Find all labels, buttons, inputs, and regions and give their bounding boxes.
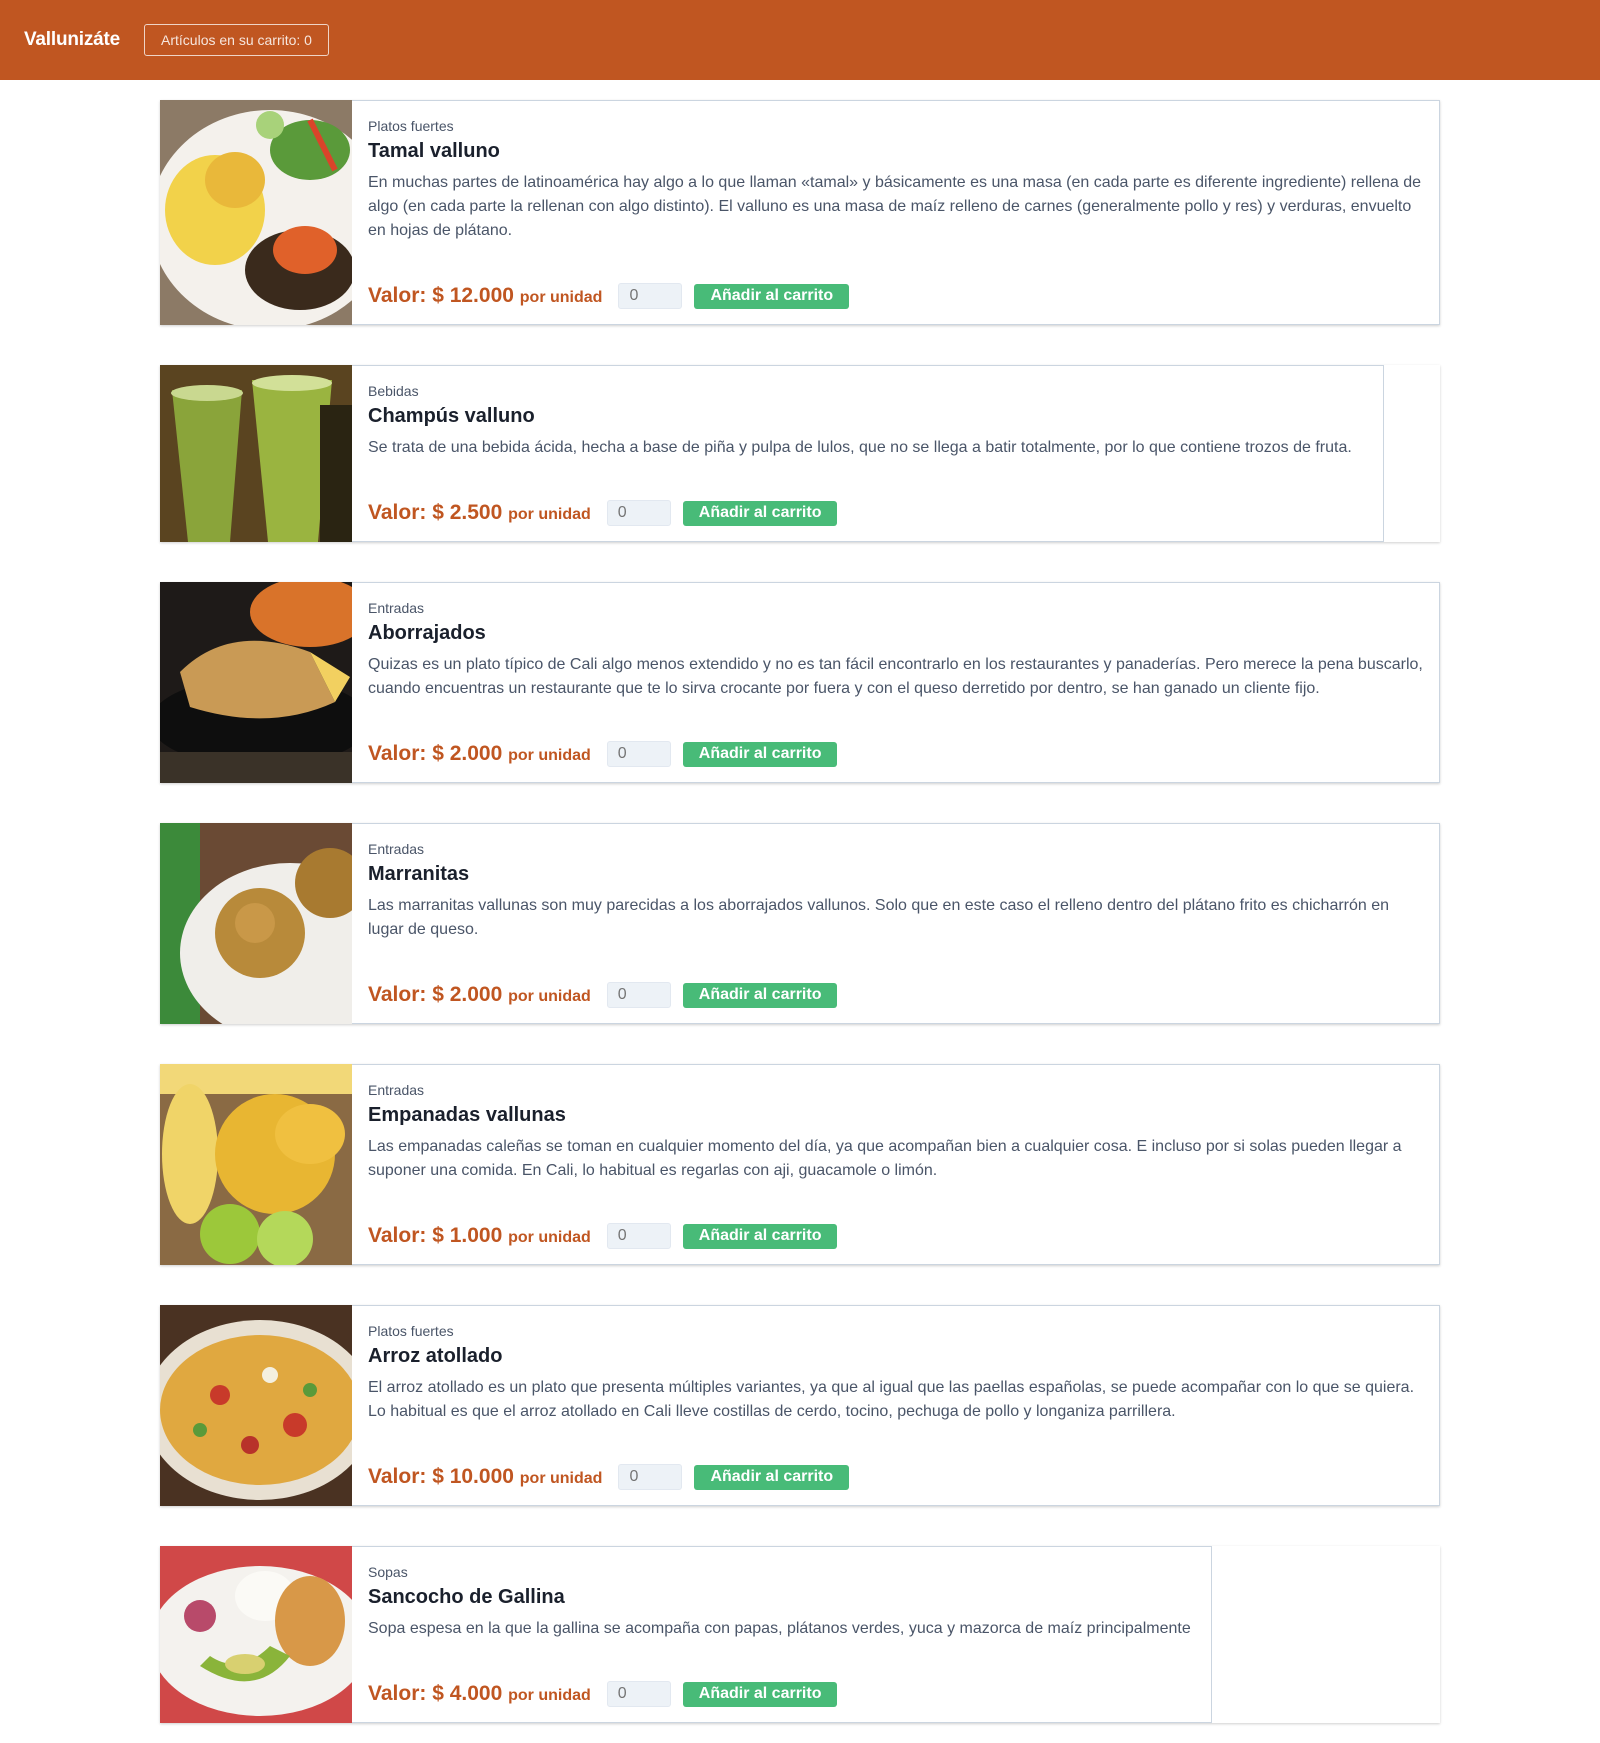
price-value: Valor: $ 1.000: [368, 1224, 503, 1247]
price-unit: por unidad: [519, 289, 603, 306]
product-description: Las empanadas caleñas se toman en cualqu…: [368, 1138, 1402, 1179]
product-card-arroz-atollado: Platos fuertes Arroz atollado El arroz a…: [160, 1305, 1440, 1506]
add-to-cart-button[interactable]: Añadir al carrito: [682, 1681, 838, 1707]
product-card-marranitas: Entradas Marranitas Las marranitas vallu…: [160, 823, 1440, 1024]
brand-logo[interactable]: Vallunizáte: [24, 29, 120, 51]
product-title: Sancocho de Gallina: [368, 1586, 565, 1608]
product-image-aborrajados: [160, 582, 352, 783]
quantity-input[interactable]: [606, 741, 671, 767]
quantity-input[interactable]: [606, 1681, 671, 1707]
price-value: Valor: $ 10.000: [368, 1465, 514, 1488]
product-price: Valor: $ 2.000 por unidad: [368, 742, 591, 766]
price-unit: por unidad: [508, 506, 591, 523]
product-category: Platos fuertes: [368, 1323, 454, 1339]
product-image-tamal: [160, 100, 352, 325]
add-to-cart-button[interactable]: Añadir al carrito: [682, 1223, 838, 1249]
buy-row: Valor: $ 4.000 por unidad Añadir al carr…: [368, 1681, 838, 1707]
price-unit: por unidad: [508, 747, 591, 764]
product-list: Platos fuertes Tamal valluno En muchas p…: [0, 80, 1600, 1723]
price-value: Valor: $ 12.000: [368, 284, 514, 307]
tamal-photo: [160, 100, 352, 325]
product-card-tamal: Platos fuertes Tamal valluno En muchas p…: [160, 100, 1440, 325]
buy-row: Valor: $ 2.000 por unidad Añadir al carr…: [368, 741, 838, 767]
product-image-empanadas: [160, 1064, 352, 1265]
product-card-champus: Bebidas Champús valluno Se trata de una …: [160, 365, 1440, 542]
product-card-aborrajados: Entradas Aborrajados Quizas es un plato …: [160, 582, 1440, 783]
aborrajados-photo: [160, 582, 352, 783]
product-description: Las marranitas vallunas son muy parecida…: [368, 897, 1390, 938]
product-title: Marranitas: [368, 863, 470, 885]
product-body: Platos fuertes Tamal valluno En muchas p…: [352, 100, 1440, 325]
product-category: Platos fuertes: [368, 118, 454, 134]
add-to-cart-button[interactable]: Añadir al carrito: [682, 741, 838, 767]
price-value: Valor: $ 2.000: [368, 983, 503, 1006]
product-price: Valor: $ 2.000 por unidad: [368, 983, 591, 1007]
product-category: Bebidas: [368, 383, 419, 399]
add-to-cart-button[interactable]: Añadir al carrito: [682, 982, 838, 1008]
product-description: Se trata de una bebida ácida, hecha a ba…: [368, 439, 1352, 456]
empanadas-photo: [160, 1064, 352, 1265]
buy-row: Valor: $ 1.000 por unidad Añadir al carr…: [368, 1223, 838, 1249]
product-body: Sopas Sancocho de Gallina Sopa espesa en…: [352, 1546, 1440, 1723]
quantity-input[interactable]: [618, 283, 683, 309]
product-title: Empanadas vallunas: [368, 1104, 566, 1126]
product-price: Valor: $ 12.000 por unidad: [368, 284, 602, 308]
product-price: Valor: $ 4.000 por unidad: [368, 1682, 591, 1706]
product-price: Valor: $ 1.000 por unidad: [368, 1224, 591, 1248]
product-card-empanadas: Entradas Empanadas vallunas Las empanada…: [160, 1064, 1440, 1265]
price-value: Valor: $ 4.000: [368, 1682, 503, 1705]
product-price: Valor: $ 2.500 por unidad: [368, 501, 591, 525]
price-unit: por unidad: [519, 1470, 603, 1487]
product-description: Quizas es un plato típico de Cali algo m…: [368, 656, 1423, 697]
product-image-marranitas: [160, 823, 352, 1024]
price-unit: por unidad: [508, 1687, 591, 1704]
cart-count-button[interactable]: Artículos en su carrito: 0: [144, 24, 329, 56]
buy-row: Valor: $ 10.000 por unidad Añadir al car…: [368, 1464, 850, 1490]
product-body: Platos fuertes Arroz atollado El arroz a…: [352, 1305, 1440, 1506]
product-title: Tamal valluno: [368, 140, 500, 162]
quantity-input[interactable]: [606, 982, 671, 1008]
product-body: Entradas Marranitas Las marranitas vallu…: [352, 823, 1440, 1024]
marranitas-photo: [160, 823, 352, 1024]
product-description: El arroz atollado es un plato que presen…: [368, 1379, 1415, 1420]
add-to-cart-button[interactable]: Añadir al carrito: [694, 1464, 850, 1490]
top-navbar: Vallunizáte Artículos en su carrito: 0: [0, 0, 1600, 80]
arroz-atollado-photo: [160, 1305, 352, 1506]
product-title: Arroz atollado: [368, 1345, 503, 1367]
buy-row: Valor: $ 2.000 por unidad Añadir al carr…: [368, 982, 838, 1008]
product-category: Entradas: [368, 841, 425, 857]
product-category: Sopas: [368, 1564, 408, 1580]
add-to-cart-button[interactable]: Añadir al carrito: [694, 283, 850, 309]
product-image-arroz-atollado: [160, 1305, 352, 1506]
product-body: Entradas Empanadas vallunas Las empanada…: [352, 1064, 1440, 1265]
add-to-cart-button[interactable]: Añadir al carrito: [682, 500, 838, 526]
product-card-sancocho: Sopas Sancocho de Gallina Sopa espesa en…: [160, 1546, 1440, 1723]
sancocho-photo: [160, 1546, 352, 1723]
product-image-champus: [160, 365, 352, 542]
product-image-sancocho: [160, 1546, 352, 1723]
product-title: Aborrajados: [368, 622, 486, 644]
product-description: En muchas partes de latinoamérica hay al…: [368, 174, 1422, 239]
price-value: Valor: $ 2.000: [368, 742, 503, 765]
product-title: Champús valluno: [368, 405, 535, 427]
quantity-input[interactable]: [606, 500, 671, 526]
price-unit: por unidad: [508, 1229, 591, 1246]
champus-photo: [160, 365, 352, 542]
price-value: Valor: $ 2.500: [368, 501, 503, 524]
product-body: Entradas Aborrajados Quizas es un plato …: [352, 582, 1440, 783]
product-description: Sopa espesa en la que la gallina se acom…: [368, 1620, 1191, 1637]
buy-row: Valor: $ 2.500 por unidad Añadir al carr…: [368, 500, 838, 526]
price-unit: por unidad: [508, 988, 591, 1005]
product-body: Bebidas Champús valluno Se trata de una …: [352, 365, 1440, 542]
quantity-input[interactable]: [606, 1223, 671, 1249]
quantity-input[interactable]: [618, 1464, 683, 1490]
product-category: Entradas: [368, 600, 425, 616]
product-category: Entradas: [368, 1082, 425, 1098]
buy-row: Valor: $ 12.000 por unidad Añadir al car…: [368, 283, 850, 309]
product-price: Valor: $ 10.000 por unidad: [368, 1465, 602, 1489]
